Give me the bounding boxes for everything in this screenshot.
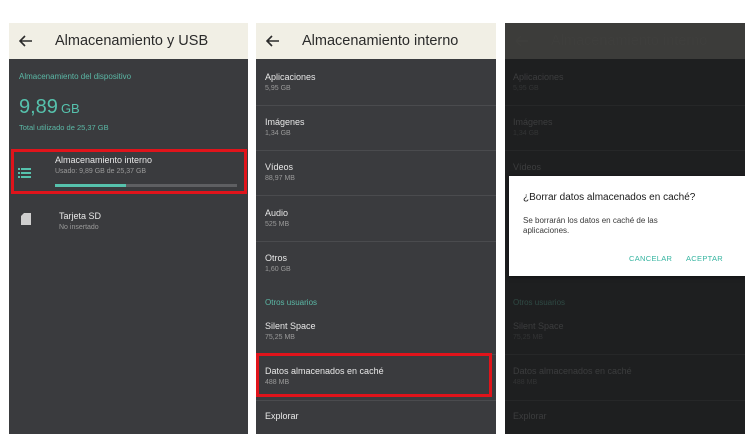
divider (256, 400, 496, 401)
item-subtitle: 75,25 MB (265, 334, 295, 341)
item-subtitle: 5,95 GB (265, 85, 291, 92)
page-title: Almacenamiento interno (551, 33, 708, 49)
page-title: Almacenamiento interno (302, 33, 459, 49)
section-label: Otros usuarios (513, 298, 566, 307)
item-title: Aplicaciones (265, 72, 316, 82)
app-bar: Almacenamiento y USB (9, 23, 248, 59)
item-subtitle: 488 MB (513, 379, 538, 386)
item-title: Imágenes (265, 117, 305, 127)
page-title: Almacenamiento y USB (55, 33, 209, 49)
back-arrow-icon[interactable] (266, 32, 284, 50)
item-title: Vídeos (265, 162, 294, 172)
divider (256, 241, 496, 242)
internal-storage-screen: Almacenamiento interno Aplicaciones 5,95… (256, 23, 496, 434)
item-title: Imágenes (513, 117, 553, 127)
dialog-title: ¿Borrar datos almacenados en caché? (523, 192, 696, 203)
item-subtitle: No insertado (59, 224, 99, 231)
item-title: Audio (265, 208, 289, 218)
divider (256, 195, 496, 196)
item-title: Aplicaciones (513, 72, 564, 82)
highlight-box (256, 353, 492, 397)
divider (505, 400, 745, 401)
dialog-message: Se borrarán los datos en caché de las ap… (523, 216, 658, 235)
item-title: Datos almacenados en caché (513, 366, 632, 376)
internal-storage-dialog-screen: Almacenamiento interno Aplicaciones 5,95… (505, 23, 745, 434)
item-subtitle: 88,97 MB (265, 175, 295, 182)
used-storage-value: 9,89 GB (19, 96, 80, 118)
app-bar: Almacenamiento interno (505, 23, 745, 59)
item-title: Otros (265, 253, 288, 263)
item-subtitle: 1,60 GB (265, 266, 291, 273)
accept-button[interactable]: ACEPTAR (686, 254, 723, 263)
total-used-text: Total utilizado de 25,37 GB (19, 123, 109, 132)
app-bar: Almacenamiento interno (256, 23, 496, 59)
sd-card-icon (21, 212, 31, 230)
divider (505, 105, 745, 106)
cancel-button[interactable]: CANCELAR (629, 254, 672, 263)
explore-item: Explorar (513, 411, 547, 421)
divider (256, 105, 496, 106)
item-subtitle: 75,25 MB (513, 334, 543, 341)
item-title: Silent Space (513, 321, 564, 331)
section-label: Almacenamiento del dispositivo (19, 72, 132, 81)
section-label: Otros usuarios (265, 298, 318, 307)
explore-item[interactable]: Explorar (265, 411, 299, 421)
item-subtitle: 525 MB (265, 221, 290, 228)
item-title: Vídeos (513, 162, 542, 172)
divider (256, 150, 496, 151)
clear-cache-dialog: ¿Borrar datos almacenados en caché? Se b… (509, 176, 745, 276)
item-title: Silent Space (265, 321, 316, 331)
item-subtitle: 5,95 GB (513, 85, 539, 92)
storage-usb-screen: Almacenamiento y USB Almacenamiento del … (9, 23, 248, 434)
highlight-box (11, 149, 247, 194)
back-arrow-icon (515, 32, 533, 50)
divider (505, 150, 745, 151)
item-subtitle: 1,34 GB (265, 130, 291, 137)
item-subtitle: 1,34 GB (513, 130, 539, 137)
back-arrow-icon[interactable] (19, 32, 37, 50)
divider (505, 354, 745, 355)
item-title: Tarjeta SD (59, 211, 102, 221)
